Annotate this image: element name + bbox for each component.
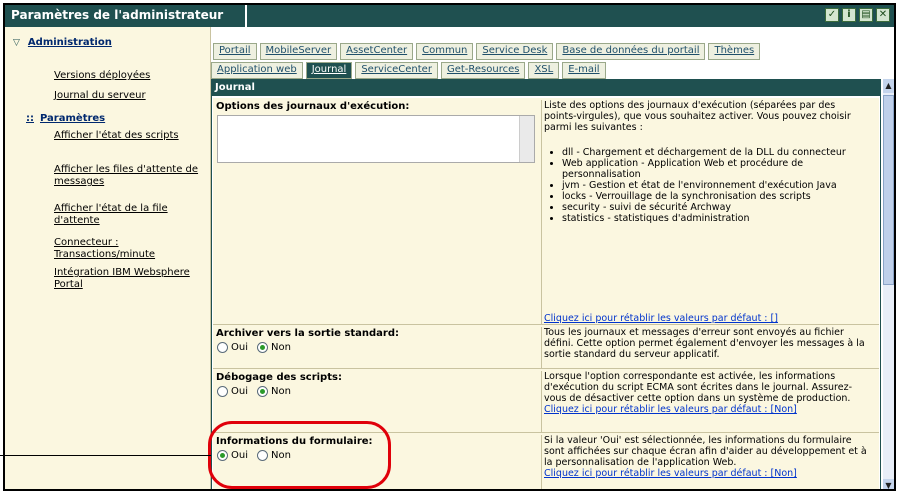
sidebar-item-websphere[interactable]: Intégration IBM Websphere Portal: [54, 267, 204, 291]
scroll-up-icon[interactable]: ▲: [883, 79, 894, 93]
list-item: dll - Chargement et déchargement de la D…: [562, 147, 869, 158]
title-bar: Paramètres de l'administrateur ✓ i ▤ ✕: [5, 5, 894, 27]
radio-label: Oui: [231, 386, 248, 397]
tab-get-resources[interactable]: Get-Resources: [440, 62, 526, 79]
list-item: security - suivi de sécurité Archway: [562, 202, 869, 213]
window-title: Paramètres de l'administrateur: [11, 8, 224, 22]
scroll-thumb[interactable]: [883, 95, 894, 285]
textarea-scrollbar[interactable]: [519, 116, 534, 162]
sidebar-section-label: Paramètres: [40, 113, 106, 124]
debug-label: Débogage des scripts:: [216, 372, 342, 383]
info-icon[interactable]: i: [842, 8, 856, 22]
stdout-label: Archiver vers la sortie standard:: [216, 328, 400, 339]
debug-desc-text: Lorsque l'option correspondante est acti…: [544, 371, 853, 404]
title-icons: ✓ i ▤ ✕: [825, 8, 890, 22]
debug-radio-group: Oui Non: [217, 386, 297, 397]
stdout-radio-non[interactable]: [257, 342, 268, 353]
logs-options-list: dll - Chargement et déchargement de la D…: [544, 147, 869, 224]
row-stdout: Archiver vers la sortie standard: Oui No…: [213, 325, 879, 370]
logs-reset-link[interactable]: Cliquez ici pour rétablir les valeurs pa…: [544, 313, 778, 324]
tab-application-web[interactable]: Application web: [211, 62, 303, 79]
list-item: jvm - Gestion et état de l'environnement…: [562, 180, 869, 191]
triangle-down-icon: ▽: [13, 38, 20, 48]
close-icon[interactable]: ✕: [876, 8, 890, 22]
sidebar: ▽ Administration Versions déployées Journ…: [5, 27, 211, 489]
stdout-radio-oui[interactable]: [217, 342, 228, 353]
debug-reset-link[interactable]: Cliquez ici pour rétablir les valeurs pa…: [544, 404, 869, 415]
list-item: locks - Verrouillage de la synchronisati…: [562, 191, 869, 202]
sidebar-header[interactable]: ▽ Administration: [13, 37, 112, 48]
tab-assetcenter[interactable]: AssetCenter: [340, 43, 414, 60]
title-divider: [245, 5, 247, 27]
admin-window: Paramètres de l'administrateur ✓ i ▤ ✕ ▽…: [3, 3, 896, 491]
debug-radio-non[interactable]: [257, 386, 268, 397]
tabs-row-2: Application web Journal ServiceCenter Ge…: [211, 62, 609, 79]
radio-label: Non: [271, 386, 291, 397]
stdout-radio-group: Oui Non: [217, 342, 297, 353]
forminfo-reset-link[interactable]: Cliquez ici pour rétablir les valeurs pa…: [544, 468, 869, 479]
section-marker-icon: ::: [26, 113, 34, 124]
tab-portail[interactable]: Portail: [213, 43, 257, 60]
sidebar-header-label: Administration: [27, 37, 112, 48]
logs-desc-text: Liste des options des journaux d'exécuti…: [544, 100, 851, 133]
scroll-down-icon[interactable]: ▼: [883, 479, 894, 489]
tab-mobileserver[interactable]: MobileServer: [259, 43, 338, 60]
tab-email[interactable]: E-mail: [562, 62, 606, 79]
tab-service-desk[interactable]: Service Desk: [476, 43, 554, 60]
check-icon[interactable]: ✓: [825, 8, 839, 22]
print-icon[interactable]: ▤: [859, 8, 873, 22]
list-item: statistics - statistiques d'administrati…: [562, 213, 869, 224]
debug-radio-oui[interactable]: [217, 386, 228, 397]
callout-leader-line: [0, 455, 211, 456]
tabs-row-1: Portail MobileServer AssetCenter Commun …: [213, 43, 763, 60]
row-logs: Options des journaux d'exécution: Liste …: [213, 98, 879, 326]
logs-label: Options des journaux d'exécution:: [216, 101, 410, 112]
debug-description: Lorsque l'option correspondante est acti…: [541, 371, 869, 434]
vertical-scrollbar[interactable]: ▲ ▼: [883, 79, 894, 489]
sidebar-item-queues[interactable]: Afficher les files d'attente de messages: [54, 164, 204, 188]
radio-label: Non: [271, 342, 291, 353]
sidebar-item-connector[interactable]: Connecteur : Transactions/minute: [54, 237, 204, 261]
tab-commun[interactable]: Commun: [416, 43, 474, 60]
forminfo-description: Si la valeur 'Oui' est sélectionnée, les…: [541, 435, 869, 489]
tab-servicecenter[interactable]: ServiceCenter: [355, 62, 438, 79]
sidebar-item-scripts[interactable]: Afficher l'état des scripts: [54, 130, 204, 142]
list-item: Web application - Application Web et pro…: [562, 158, 869, 180]
tab-journal[interactable]: Journal: [305, 62, 353, 79]
sidebar-section-parametres[interactable]: :: Paramètres: [26, 113, 105, 124]
logs-description: Liste des options des journaux d'exécuti…: [541, 100, 869, 326]
highlight-callout: [208, 421, 391, 489]
forminfo-desc-text: Si la valeur 'Oui' est sélectionnée, les…: [544, 435, 867, 468]
radio-label: Oui: [231, 342, 248, 353]
panel-title: Journal: [212, 80, 880, 96]
logs-textarea[interactable]: [217, 115, 535, 163]
stdout-description: Tous les journaux et messages d'erreur s…: [541, 327, 869, 370]
sidebar-item-journal[interactable]: Journal du serveur: [54, 90, 204, 102]
tab-xsl[interactable]: XSL: [528, 62, 560, 79]
sidebar-item-queue-state[interactable]: Afficher l'état de la file d'attente: [54, 203, 204, 227]
tab-base-de-donnees[interactable]: Base de données du portail: [556, 43, 706, 60]
sidebar-item-versions[interactable]: Versions déployées: [54, 70, 204, 82]
tab-themes[interactable]: Thèmes: [708, 43, 761, 60]
